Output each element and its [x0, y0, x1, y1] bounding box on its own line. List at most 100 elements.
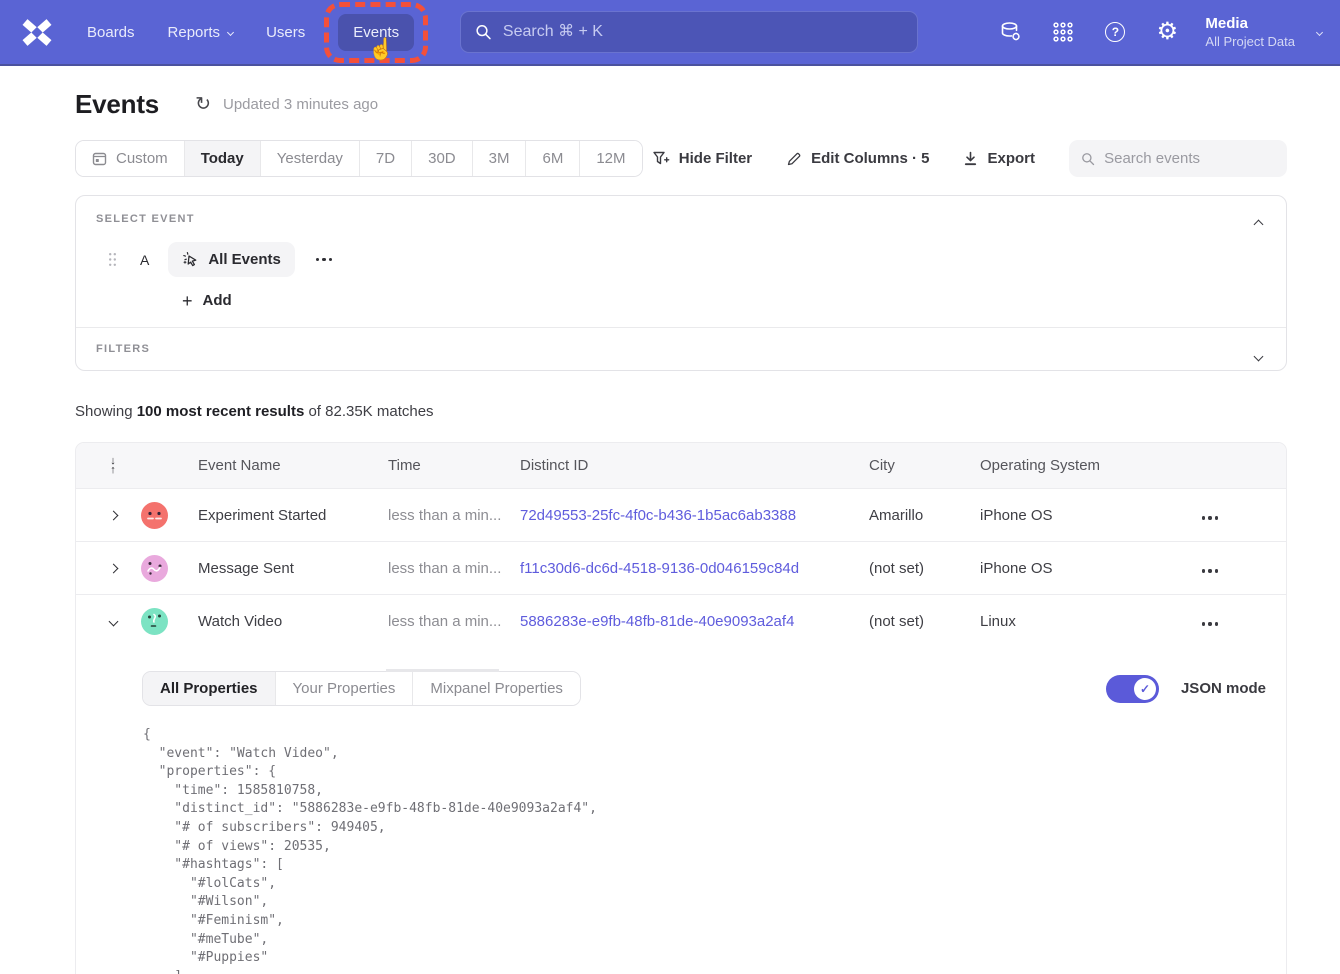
add-label: Add	[203, 292, 232, 309]
project-switcher[interactable]: Media All Project Data	[1205, 14, 1295, 50]
distinct-id-link[interactable]: 5886283e-e9fb-48fb-81de-40e9093a2af4	[520, 613, 794, 630]
cell-os: iPhone OS	[980, 560, 1196, 577]
date-option-today[interactable]: Today	[184, 141, 260, 176]
global-search-input[interactable]	[503, 23, 903, 41]
global-search[interactable]	[460, 11, 918, 53]
tab-all-properties[interactable]: All Properties	[143, 672, 275, 705]
collapse-section-button[interactable]	[1249, 210, 1268, 237]
json-line: "#meTube",	[143, 931, 1286, 950]
json-line: ],	[143, 968, 1286, 974]
event-more-button[interactable]	[312, 254, 336, 265]
json-line: "properties": {	[143, 763, 1286, 782]
date-option-30d[interactable]: 30D	[411, 141, 472, 176]
edit-columns-label: Edit Columns · 5	[811, 150, 929, 167]
detail-header: All Properties Your Properties Mixpanel …	[142, 671, 1266, 706]
collapse-row-button[interactable]	[105, 613, 122, 630]
json-line: "# of views": 20535,	[143, 838, 1286, 857]
step-letter: A	[140, 252, 149, 268]
date-option-custom[interactable]: Custom	[76, 141, 184, 176]
filters-section[interactable]: FILTERS	[76, 327, 1286, 370]
json-line: "#hashtags": [	[143, 856, 1286, 875]
nav-item-users[interactable]: Users	[266, 24, 305, 41]
plus-icon: +	[182, 294, 193, 308]
date-option-yesterday[interactable]: Yesterday	[260, 141, 359, 176]
event-selector-chip[interactable]: All Events	[168, 242, 295, 277]
ellipsis-icon	[1202, 622, 1218, 625]
column-header-time[interactable]: Time	[388, 457, 520, 474]
summary-suffix: of 82.35K matches	[304, 403, 433, 420]
export-button[interactable]: Export	[963, 150, 1035, 167]
json-line: "event": "Watch Video",	[143, 745, 1286, 764]
column-header-event-name[interactable]: Event Name	[198, 457, 388, 474]
json-line: "#Puppies"	[143, 949, 1286, 968]
pencil-icon	[786, 151, 802, 167]
refresh-button[interactable]: ↻	[195, 95, 211, 114]
json-line: "# of subscribers": 949405,	[143, 819, 1286, 838]
summary-count: 100 most recent results	[137, 403, 305, 420]
column-header-distinct-id[interactable]: Distinct ID	[520, 457, 869, 474]
top-navbar: Boards Reports Users Events ☝	[0, 0, 1340, 66]
add-row: + Add	[182, 292, 1268, 309]
row-actions-button[interactable]	[1196, 608, 1224, 635]
event-detail-panel: All Properties Your Properties Mixpanel …	[76, 671, 1286, 974]
json-mode-label: JSON mode	[1181, 680, 1266, 697]
expand-row-button[interactable]	[105, 560, 122, 577]
date-option-6m[interactable]: 6M	[525, 141, 579, 176]
chevron-down-icon	[1316, 28, 1323, 35]
column-header-city[interactable]: City	[869, 457, 980, 474]
chevron-right-icon	[108, 510, 118, 520]
edit-columns-button[interactable]: Edit Columns · 5	[786, 150, 929, 167]
date-option-3m[interactable]: 3M	[472, 141, 526, 176]
help-button[interactable]: ?	[1089, 10, 1141, 54]
distinct-id-link[interactable]: f11c30d6-dc6d-4518-9136-0d046159c84d	[520, 560, 799, 577]
event-avatar	[141, 502, 168, 529]
nav-item-boards[interactable]: Boards	[87, 24, 135, 41]
cell-time: less than a min...	[388, 507, 520, 524]
date-option-7d[interactable]: 7D	[359, 141, 411, 176]
event-avatar	[141, 555, 168, 582]
column-header-os[interactable]: Operating System	[980, 457, 1196, 474]
project-name: Media	[1205, 14, 1295, 33]
select-event-section: SELECT EVENT A	[76, 196, 1286, 327]
date-range-selector: Custom Today Yesterday 7D 30D 3M 6M 12M	[75, 140, 643, 177]
results-summary: Showing 100 most recent results of 82.35…	[75, 403, 1287, 420]
date-option-12m[interactable]: 12M	[579, 141, 641, 176]
gear-icon: ⚙	[1157, 20, 1179, 44]
json-mode-group: ✓ JSON mode	[1106, 675, 1266, 703]
tab-your-properties[interactable]: Your Properties	[275, 672, 413, 705]
nav-item-reports-label: Reports	[168, 24, 221, 41]
events-table: ↓ ↑ Event Name Time Distinct ID City Ope…	[75, 442, 1287, 974]
add-event-button[interactable]: + Add	[182, 292, 232, 309]
table-header: ↓ ↑ Event Name Time Distinct ID City Ope…	[76, 443, 1286, 488]
distinct-id-link[interactable]: 72d49553-25fc-4f0c-b436-1b5ac6ab3388	[520, 507, 796, 524]
json-line: "#Feminism",	[143, 912, 1286, 931]
row-actions-button[interactable]	[1196, 555, 1224, 582]
nav-item-reports[interactable]: Reports	[168, 24, 234, 41]
tab-mixpanel-properties[interactable]: Mixpanel Properties	[412, 672, 580, 705]
expand-row-button[interactable]	[105, 507, 122, 524]
settings-button[interactable]: ⚙	[1141, 10, 1193, 54]
data-management-icon[interactable]	[985, 10, 1037, 54]
json-line: "time": 1585810758,	[143, 782, 1286, 801]
controls-row: Custom Today Yesterday 7D 30D 3M 6M 12M …	[75, 140, 1287, 177]
json-line: {	[143, 726, 1286, 745]
collapse-all-rows-button[interactable]: ↓ ↑	[110, 457, 116, 475]
apps-grid-icon[interactable]	[1037, 10, 1089, 54]
date-option-label: Custom	[116, 150, 168, 167]
search-events-input[interactable]	[1104, 150, 1275, 167]
cursor-hand-icon: ☝	[368, 38, 394, 62]
json-line: "distinct_id": "5886283e-e9fb-48fb-81de-…	[143, 800, 1286, 819]
event-cursor-icon	[182, 251, 199, 268]
title-row: Events ↻ Updated 3 minutes ago	[75, 88, 1287, 120]
download-icon	[963, 151, 978, 166]
json-mode-toggle[interactable]: ✓	[1106, 675, 1159, 703]
hide-filter-button[interactable]: Hide Filter	[653, 150, 752, 167]
search-events-box	[1069, 140, 1287, 177]
mixpanel-logo-icon[interactable]	[20, 19, 54, 46]
expand-filters-button[interactable]	[1249, 342, 1268, 369]
filter-plus-icon	[653, 151, 670, 166]
drag-handle[interactable]	[108, 252, 117, 267]
row-actions-button[interactable]	[1196, 502, 1224, 529]
ellipsis-icon	[1202, 516, 1218, 519]
navbar-right: ? ⚙ Media All Project Data	[985, 10, 1328, 54]
